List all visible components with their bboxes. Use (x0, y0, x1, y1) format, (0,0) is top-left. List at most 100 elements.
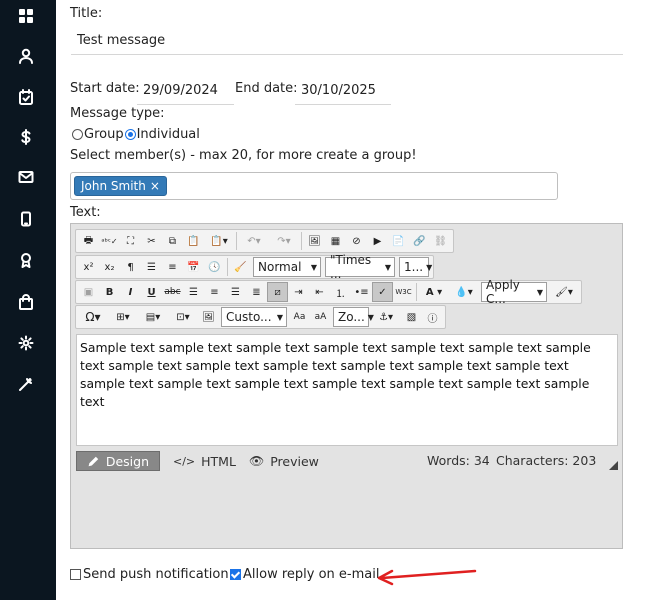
mode-design-label: Design (105, 453, 149, 469)
w3c-validate-icon[interactable]: W3C (393, 282, 414, 302)
mode-design-button[interactable]: Design (76, 451, 160, 471)
reply-checkbox-box[interactable] (230, 569, 241, 580)
font-color-icon[interactable]: A ▾ (419, 282, 449, 302)
strikethrough-icon[interactable]: abc (162, 282, 183, 302)
flash-icon[interactable]: ⊘ (346, 231, 367, 251)
radio-group-label[interactable]: Group (84, 127, 124, 142)
allow-reply-checkbox[interactable]: Allow reply on e-mail (230, 567, 379, 582)
copy-icon[interactable]: ⧉ (162, 231, 183, 251)
unordered-list-icon[interactable]: •≡ (351, 282, 372, 302)
shopping-bag-icon[interactable] (14, 290, 38, 314)
title-input[interactable]: Test message (71, 27, 623, 55)
paragraph-format-dropdown[interactable]: Normal ▼ (253, 257, 321, 277)
remove-format-icon[interactable]: ▣ (78, 282, 99, 302)
unlink-icon[interactable]: ⛓ (430, 231, 451, 251)
snippet-icon[interactable]: ⚓▾ (371, 307, 401, 327)
mail-icon[interactable] (14, 165, 38, 189)
font-name-dropdown[interactable]: "Times ... ▼ (325, 253, 395, 281)
ordered-list-icon[interactable]: ⒈ (330, 282, 351, 302)
member-tag-remove-icon[interactable]: × (150, 179, 160, 193)
apply-css-dropdown[interactable]: Apply C... ▼ (481, 278, 547, 306)
user-icon[interactable] (14, 44, 38, 68)
resize-handle-icon[interactable] (609, 461, 618, 470)
cut-icon[interactable]: ✂ (141, 231, 162, 251)
pencil-icon (88, 456, 99, 466)
paste-special-icon[interactable]: 📋▾ (204, 231, 234, 251)
chevron-down-icon: ▼ (310, 262, 317, 272)
push-checkbox-label[interactable]: Send push notification (83, 567, 229, 582)
redo-icon[interactable]: ↷▾ (269, 231, 299, 251)
highlight-color-icon[interactable]: 💧▾ (449, 282, 479, 302)
bold-icon[interactable]: B (99, 282, 120, 302)
gear-icon[interactable] (14, 331, 38, 355)
template-icon[interactable]: ⊡▾ (168, 307, 198, 327)
time-icon[interactable]: 🕓 (204, 257, 225, 277)
paragraph-icon[interactable]: ¶ (120, 257, 141, 277)
align-left-icon[interactable]: ☰ (183, 282, 204, 302)
calendar-check-icon[interactable] (14, 85, 38, 109)
info-icon[interactable]: ⓘ (422, 307, 443, 327)
link-icon[interactable]: 🔗 (409, 231, 430, 251)
paste-icon[interactable]: 📋 (183, 231, 204, 251)
align-justify-icon[interactable]: ≣ (246, 282, 267, 302)
member-select[interactable]: John Smith × (70, 172, 558, 200)
lowercase-icon[interactable]: aA (310, 307, 331, 327)
italic-icon[interactable]: I (120, 282, 141, 302)
mobile-icon[interactable] (14, 207, 38, 231)
undo-icon[interactable]: ↶▾ (239, 231, 269, 251)
align-right-icon[interactable]: ☰ (225, 282, 246, 302)
toolbar-row-4: Ω▾ ⊞▾ ▤▾ ⊡▾ 🖼 Custo... ▼ Aa aA Zo... ▼ ⚓▾ … (75, 305, 446, 329)
mode-preview-button[interactable]: 👁 Preview (239, 451, 329, 471)
insert-image-icon[interactable]: 🖼 (198, 307, 219, 327)
radio-group[interactable] (72, 129, 83, 140)
award-icon[interactable] (14, 248, 38, 272)
magic-wand-icon[interactable] (14, 372, 38, 396)
spellcheck-icon[interactable]: ᵃᵇᶜ✓ (99, 231, 120, 251)
image-icon[interactable]: 🖼 (304, 231, 325, 251)
toolbar-row-1: 🖶 ᵃᵇᶜ✓ ⛶ ✂ ⧉ 📋 📋▾ ↶▾ ↷▾ 🖼 ▦ ⊘ ▶ 📄 🔗 ⛓ (75, 229, 454, 253)
dollar-icon[interactable] (14, 125, 38, 149)
preview-toggle-icon[interactable]: ▧ (401, 307, 422, 327)
reply-checkbox-label[interactable]: Allow reply on e-mail (243, 567, 379, 582)
push-checkbox-box[interactable] (70, 569, 81, 580)
outdent-icon[interactable]: ⇤ (309, 282, 330, 302)
css-check-icon[interactable]: ✓ (372, 282, 393, 302)
custom-tags-dropdown[interactable]: Custo... ▼ (221, 307, 287, 327)
select-all-icon[interactable]: ⛶ (120, 231, 141, 251)
font-size-dropdown[interactable]: 1... ▼ (399, 257, 432, 277)
format-painter-icon[interactable]: ⧄ (267, 282, 288, 302)
superscript-icon[interactable]: x² (78, 257, 99, 277)
uppercase-icon[interactable]: Aa (289, 307, 310, 327)
rich-text-editor: 🖶 ᵃᵇᶜ✓ ⛶ ✂ ⧉ 📋 📋▾ ↶▾ ↷▾ 🖼 ▦ ⊘ ▶ 📄 🔗 ⛓ x²… (70, 223, 623, 549)
end-date-input[interactable]: 30/10/2025 (295, 76, 391, 105)
radio-individual-label[interactable]: Individual (137, 127, 200, 142)
subscript-icon[interactable]: x₂ (99, 257, 120, 277)
radio-individual[interactable] (124, 129, 136, 140)
zoom-dropdown[interactable]: Zo... ▼ (333, 307, 374, 327)
word-count: Words: 34 (427, 453, 490, 468)
start-date-input[interactable]: 29/09/2024 (137, 76, 234, 105)
message-type-label: Message type: (70, 106, 165, 121)
format-block-icon[interactable]: ☰ (141, 257, 162, 277)
justify-icon[interactable]: ≡ (162, 257, 183, 277)
print-icon[interactable]: 🖶 (78, 231, 99, 251)
push-notification-checkbox[interactable]: Send push notification (70, 567, 229, 582)
date-icon[interactable]: 📅 (183, 257, 204, 277)
underline-icon[interactable]: U (141, 282, 162, 302)
mode-html-button[interactable]: </> HTML (163, 451, 246, 471)
table-icon[interactable]: ⊞▾ (108, 307, 138, 327)
media-icon[interactable]: ▶ (367, 231, 388, 251)
document-icon[interactable]: 📄 (388, 231, 409, 251)
align-center-icon[interactable]: ≡ (204, 282, 225, 302)
character-count: Characters: 203 (496, 453, 597, 468)
indent-icon[interactable]: ⇥ (288, 282, 309, 302)
editor-content[interactable]: Sample text sample text sample text samp… (76, 334, 618, 446)
image-gallery-icon[interactable]: ▦ (325, 231, 346, 251)
editor-status-bar: Design </> HTML 👁 Preview Words: 34 Char… (75, 451, 620, 473)
special-char-icon[interactable]: Ω▾ (78, 307, 108, 327)
dashboard-icon[interactable] (14, 4, 38, 28)
start-date-label: Start date: (70, 81, 140, 96)
form-icon[interactable]: ▤▾ (138, 307, 168, 327)
style-brush-icon[interactable]: 🖌▾ (549, 282, 579, 302)
clean-format-icon[interactable]: 🧹 (230, 257, 251, 277)
